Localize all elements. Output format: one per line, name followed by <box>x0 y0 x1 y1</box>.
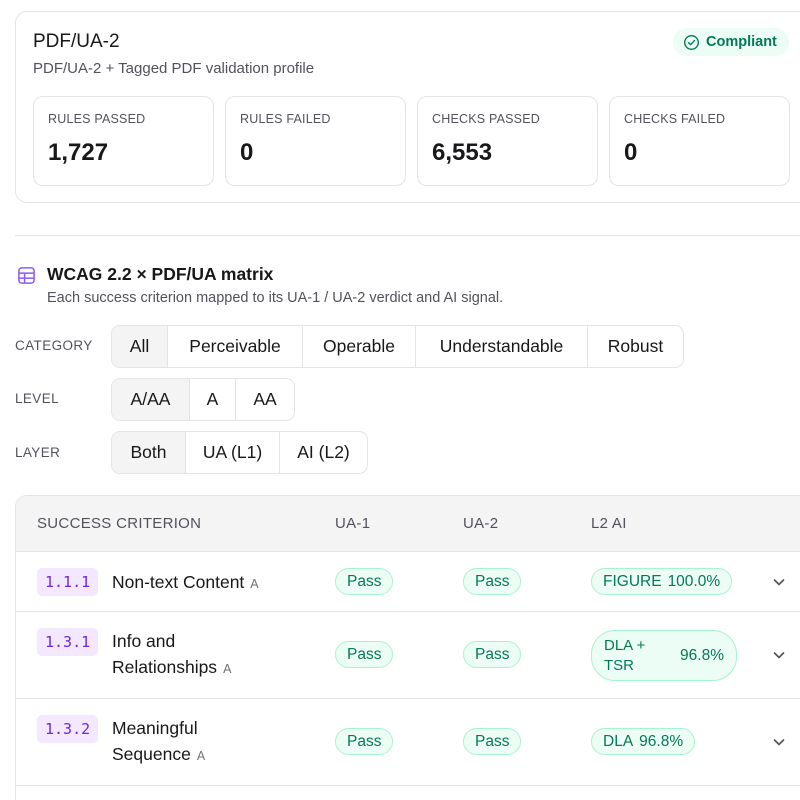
section-divider <box>15 235 800 236</box>
header-ai: L2 AI <box>591 515 627 532</box>
criterion-name-line1: Info and <box>112 631 176 651</box>
layer-filter: Both UA (L1) AI (L2) <box>111 431 368 474</box>
criterion-code: 1.1.1 <box>37 568 99 596</box>
ai-score: 96.8% <box>680 646 724 664</box>
criterion-level: A <box>250 577 259 591</box>
stat-value: 0 <box>624 139 638 166</box>
profile-subtitle: PDF/UA-2 + Tagged PDF validation profile <box>33 60 315 77</box>
criterion-name-line2-wrap: Relationships A <box>112 654 231 682</box>
ai-tag-line2: TSR <box>604 656 634 674</box>
level-option-a[interactable]: A <box>190 379 236 420</box>
ua2-status-badge: Pass <box>463 641 522 668</box>
ai-score: 96.8% <box>639 732 684 750</box>
stat-label: RULES PASSED <box>48 112 146 126</box>
category-filter-label: CATEGORY <box>15 338 93 353</box>
criterion-name-text: Non-text Content <box>112 572 245 592</box>
stat-label: CHECKS FAILED <box>624 112 726 126</box>
category-option-robust[interactable]: Robust <box>588 326 683 367</box>
ua2-status-badge: Pass <box>463 568 522 595</box>
stat-checks-passed: CHECKS PASSED 6,553 <box>417 96 598 186</box>
table-row[interactable] <box>16 785 800 800</box>
criterion-name: Info and Relationships A <box>112 628 231 682</box>
category-filter: All Perceivable Operable Understandable … <box>111 325 684 368</box>
chevron-down-icon[interactable] <box>771 734 787 750</box>
ai-signal-badge: DLA + TSR 96.8% <box>591 630 737 681</box>
table-row[interactable]: 1.3.1 Info and Relationships A Pass Pass … <box>16 611 800 698</box>
criterion-code: 1.3.2 <box>37 715 99 743</box>
criterion-name: Meaningful Sequence A <box>112 715 205 769</box>
layer-option-ai[interactable]: AI (L2) <box>280 432 367 473</box>
header-ua1: UA-1 <box>335 515 371 532</box>
table-header: SUCCESS CRITERION UA-1 UA-2 L2 AI <box>16 496 800 551</box>
criterion-name-line2: Relationships <box>112 657 218 677</box>
ua1-status-badge: Pass <box>335 568 394 595</box>
level-filter: A/AA A AA <box>111 378 295 421</box>
stat-value: 6,553 <box>432 139 493 166</box>
criterion-level: A <box>223 662 232 676</box>
stat-checks-failed: CHECKS FAILED 0 <box>609 96 790 186</box>
ai-tag: DLA + TSR <box>604 636 645 676</box>
table-grid-icon <box>18 267 35 284</box>
table-row[interactable]: 1.3.2 Meaningful Sequence A Pass Pass DLA… <box>16 698 800 785</box>
ua2-status-badge: Pass <box>463 728 522 755</box>
ai-tag: FIGURE <box>603 572 662 590</box>
stat-value: 1,727 <box>48 139 109 166</box>
matrix-table: SUCCESS CRITERION UA-1 UA-2 L2 AI 1.1.1 … <box>15 495 800 800</box>
stat-label: CHECKS PASSED <box>432 112 540 126</box>
check-circle-icon <box>684 34 699 50</box>
level-option-aa[interactable]: AA <box>236 379 294 420</box>
layer-option-ua[interactable]: UA (L1) <box>186 432 280 473</box>
ua1-status-badge: Pass <box>335 728 394 755</box>
profile-card: PDF/UA-2 PDF/UA-2 + Tagged PDF validatio… <box>15 11 800 203</box>
category-option-understandable[interactable]: Understandable <box>416 326 588 367</box>
criterion-code: 1.3.1 <box>37 628 99 656</box>
ai-tag-line1: DLA + <box>604 636 646 654</box>
criterion-name-line1: Meaningful <box>112 718 198 738</box>
matrix-subtitle: Each success criterion mapped to its UA-… <box>47 290 504 306</box>
ua1-status-badge: Pass <box>335 641 394 668</box>
category-option-all[interactable]: All <box>112 326 168 367</box>
compliant-label: Compliant <box>706 34 777 50</box>
category-option-operable[interactable]: Operable <box>303 326 416 367</box>
ai-score: 100.0% <box>667 572 721 590</box>
stat-value: 0 <box>240 139 254 166</box>
ai-signal-badge: DLA 96.8% <box>591 728 696 755</box>
chevron-down-icon[interactable] <box>771 574 787 590</box>
layer-filter-label: LAYER <box>15 445 61 460</box>
stat-label: RULES FAILED <box>240 112 331 126</box>
profile-title: PDF/UA-2 <box>33 31 120 52</box>
table-row[interactable]: 1.1.1 Non-text Content A Pass Pass FIGURE… <box>16 551 800 611</box>
criterion-name-line2: Sequence <box>112 744 191 764</box>
stat-rules-failed: RULES FAILED 0 <box>225 96 406 186</box>
criterion-name: Non-text Content A <box>112 569 259 597</box>
matrix-title: WCAG 2.2 × PDF/UA matrix <box>47 264 274 284</box>
level-option-a-aa[interactable]: A/AA <box>112 379 190 420</box>
stat-rules-passed: RULES PASSED 1,727 <box>33 96 214 186</box>
level-filter-label: LEVEL <box>15 391 60 406</box>
chevron-down-icon[interactable] <box>771 647 787 663</box>
layer-option-both[interactable]: Both <box>112 432 186 473</box>
header-criterion: SUCCESS CRITERION <box>37 515 202 532</box>
ai-tag: DLA <box>603 732 634 750</box>
ai-signal-badge: FIGURE 100.0% <box>591 568 733 595</box>
header-ua2: UA-2 <box>463 515 499 532</box>
category-option-perceivable[interactable]: Perceivable <box>168 326 303 367</box>
criterion-name-line2-wrap: Sequence A <box>112 741 205 769</box>
criterion-level: A <box>196 749 206 763</box>
compliant-badge: Compliant <box>673 28 789 56</box>
